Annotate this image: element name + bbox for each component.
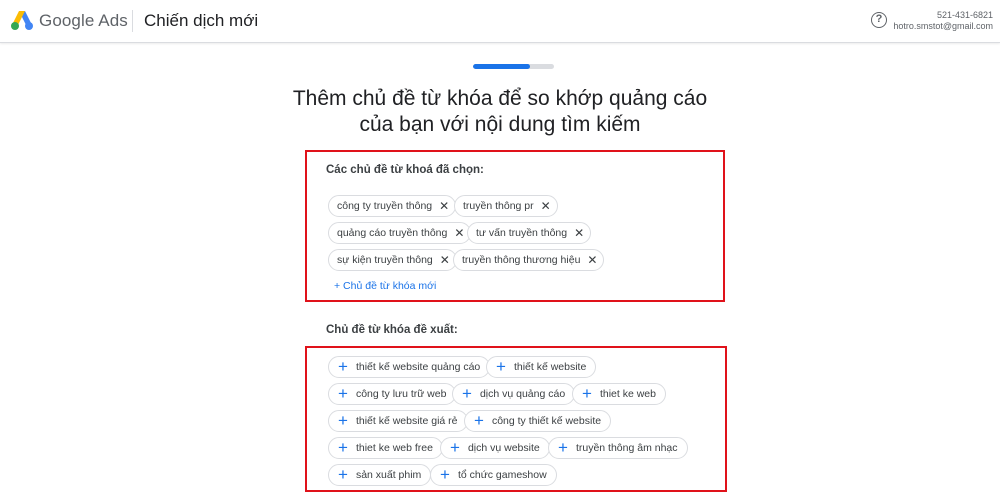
selected-chip[interactable]: truyền thông thương hiệu ✕ — [453, 249, 605, 271]
suggested-chip[interactable]: + công ty thiết kế website — [464, 410, 612, 432]
page-heading: Thêm chủ đề từ khóa để so khớp quảng cáo… — [250, 86, 750, 138]
suggested-chip[interactable]: + sản xuất phim — [328, 464, 432, 486]
suggested-chip[interactable]: + thiet ke web — [572, 383, 666, 405]
suggested-chip[interactable]: + dịch vụ quảng cáo — [452, 383, 576, 405]
selected-chip[interactable]: quảng cáo truyền thông ✕ — [328, 222, 472, 244]
plus-icon: + — [338, 384, 348, 403]
close-icon[interactable]: ✕ — [541, 200, 551, 212]
help-icon[interactable]: ? — [871, 12, 887, 28]
close-icon[interactable]: ✕ — [454, 227, 464, 239]
account-info[interactable]: 521-431-6821 hotro.smstot@gmail.com — [893, 10, 993, 32]
plus-icon: + — [440, 465, 450, 484]
plus-icon: + — [496, 357, 506, 376]
step-progress-bar — [473, 64, 554, 69]
selected-chip[interactable]: sự kiện truyền thông ✕ — [328, 249, 457, 271]
add-new-keyword-theme-link[interactable]: + Chủ đề từ khóa mới — [334, 280, 436, 292]
suggested-chip[interactable]: + tổ chức gameshow — [430, 464, 557, 486]
close-icon[interactable]: ✕ — [574, 227, 584, 239]
plus-icon: + — [582, 384, 592, 403]
plus-icon: + — [338, 411, 348, 430]
suggested-chip[interactable]: + dịch vụ website — [440, 437, 550, 459]
close-icon[interactable]: ✕ — [587, 254, 597, 266]
selected-themes-label: Các chủ đề từ khoá đã chọn: — [326, 164, 484, 176]
close-icon[interactable]: ✕ — [439, 200, 449, 212]
selected-chip[interactable]: tư vấn truyền thông ✕ — [467, 222, 592, 244]
selected-chip[interactable]: công ty truyền thông ✕ — [328, 195, 457, 217]
suggested-chip[interactable]: + thiết kế website — [486, 356, 597, 378]
plus-icon: + — [338, 438, 348, 457]
plus-icon: + — [462, 384, 472, 403]
top-bar: Google Ads Chiến dịch mới ? 521-431-6821… — [0, 0, 1000, 43]
header-divider — [132, 10, 133, 32]
suggested-chip[interactable]: + truyền thông âm nhạc — [548, 437, 688, 459]
selected-chip[interactable]: truyền thông pr ✕ — [454, 195, 558, 217]
plus-icon: + — [558, 438, 568, 457]
close-icon[interactable]: ✕ — [440, 254, 450, 266]
heading-line-2: của bạn với nội dung tìm kiếm — [359, 113, 641, 136]
suggested-chip[interactable]: + công ty lưu trữ web — [328, 383, 457, 405]
plus-icon: + — [450, 438, 460, 457]
account-id: 521-431-6821 — [936, 10, 993, 20]
suggested-chip[interactable]: + thiet ke web free — [328, 437, 443, 459]
page-title: Chiến dịch mới — [144, 11, 259, 30]
heading-line-1: Thêm chủ đề từ khóa để so khớp quảng cáo — [292, 87, 708, 110]
suggested-chip[interactable]: + thiết kế website giá rẻ — [328, 410, 468, 432]
suggested-themes-label: Chủ đề từ khóa đề xuất: — [326, 324, 458, 336]
brand-name: Google Ads — [39, 11, 128, 30]
plus-icon: + — [474, 411, 484, 430]
google-ads-logo-icon[interactable] — [10, 9, 34, 31]
step-progress-fill — [473, 64, 530, 69]
plus-icon: + — [338, 357, 348, 376]
plus-icon: + — [338, 465, 348, 484]
suggested-chip[interactable]: + thiết kế website quảng cáo — [328, 356, 491, 378]
account-email: hotro.smstot@gmail.com — [893, 21, 993, 31]
